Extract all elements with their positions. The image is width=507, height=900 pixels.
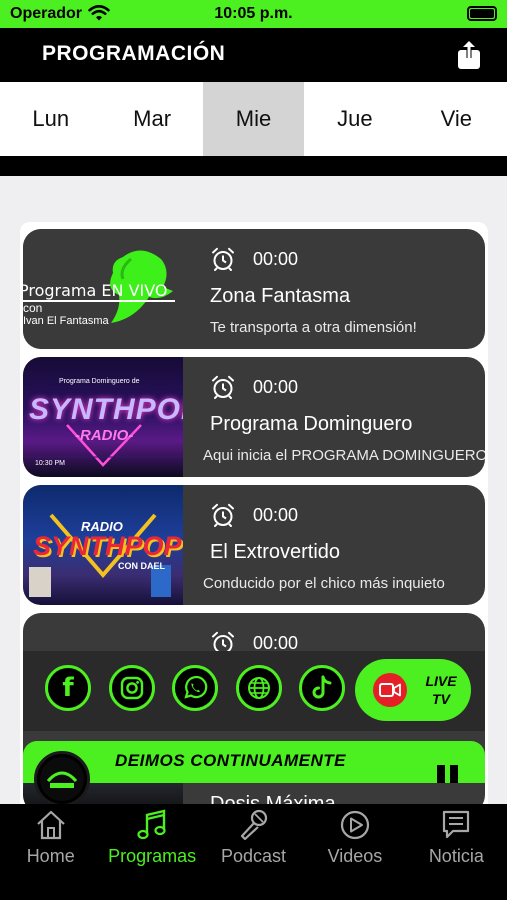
web-icon[interactable]: [236, 665, 282, 711]
tab-programas[interactable]: Programas: [101, 804, 202, 900]
program-card[interactable]: Programa EN VIVO con Ivan El Fantasma 00…: [23, 229, 485, 349]
day-tab-vie[interactable]: Vie: [406, 82, 507, 156]
status-bar: Operador 10:05 p.m.: [0, 0, 507, 28]
instagram-icon[interactable]: [109, 665, 155, 711]
program-thumbnail: Programa Dominguero de SYNTHPOP -RADIO- …: [23, 357, 183, 477]
day-tab-jue[interactable]: Jue: [304, 82, 405, 156]
station-logo: [34, 751, 90, 807]
thumb-subtitle: con: [23, 301, 43, 315]
alarm-clock-icon: [212, 503, 234, 527]
social-bar: f LIVE TV: [23, 651, 485, 731]
microphone-icon: [240, 809, 267, 841]
program-description: Te transporta a otra dimensión!: [210, 319, 417, 336]
program-name: Programa Dominguero: [210, 413, 413, 435]
now-playing-bar[interactable]: DEIMOS CONTINUAMENTE: [23, 741, 485, 783]
thumb-host: Ivan El Fantasma: [23, 315, 109, 327]
program-name: El Extrovertido: [210, 541, 341, 563]
video-camera-icon: [373, 673, 407, 707]
tiktok-icon[interactable]: [299, 665, 345, 711]
now-playing-title: DEIMOS CONTINUAMENTE: [115, 751, 346, 770]
program-time: 00:00: [253, 376, 299, 397]
program-card[interactable]: Programa Dominguero de SYNTHPOP -RADIO- …: [23, 357, 485, 477]
program-description: Conducido por el chico más inquieto: [203, 575, 445, 592]
program-name: Dosis Máxima: [210, 793, 336, 804]
program-thumbnail: RADIO SYNTHPOP CON DAEL: [23, 485, 183, 605]
alarm-clock-icon: [212, 375, 234, 399]
bottom-tab-bar: Home Programas Podcast Videos Noticia: [0, 804, 507, 900]
day-tab-mar[interactable]: Mar: [101, 82, 202, 156]
share-icon[interactable]: [455, 40, 483, 70]
whatsapp-icon[interactable]: [172, 665, 218, 711]
home-icon: [36, 810, 65, 840]
news-icon: [443, 810, 470, 839]
program-name: Zona Fantasma: [210, 285, 351, 307]
thumb-title: Programa EN VIVO: [23, 281, 168, 300]
program-card[interactable]: RADIO SYNTHPOP CON DAEL 00:00 El Extrove…: [23, 485, 485, 605]
live-tv-label: LIVE TV: [425, 673, 457, 707]
facebook-icon[interactable]: f: [45, 665, 91, 711]
battery-icon: [467, 6, 497, 21]
page-title: PROGRAMACIÓN: [42, 42, 226, 65]
live-tv-button[interactable]: LIVE TV: [355, 659, 471, 721]
tab-home[interactable]: Home: [0, 804, 101, 900]
clock-time: 10:05 p.m.: [214, 5, 293, 22]
program-time: 00:00: [253, 504, 299, 525]
app-header: PROGRAMACIÓN: [0, 28, 507, 82]
day-tab-lun[interactable]: Lun: [0, 82, 101, 156]
day-selector: Lun Mar Mie Jue Vie: [0, 82, 507, 164]
alarm-clock-icon: [212, 247, 234, 271]
program-time: 00:00: [253, 248, 299, 269]
pause-icon[interactable]: [437, 765, 459, 783]
program-description: Aqui inicia el PROGRAMA DOMINGUERO: [203, 447, 485, 464]
play-circle-icon: [340, 810, 370, 840]
music-note-icon: [137, 809, 166, 840]
day-tab-mie[interactable]: Mie: [202, 82, 305, 156]
tab-videos[interactable]: Videos: [304, 804, 405, 900]
tab-noticia[interactable]: Noticia: [406, 804, 507, 900]
tab-podcast[interactable]: Podcast: [203, 804, 304, 900]
program-thumbnail: Programa EN VIVO con Ivan El Fantasma: [23, 229, 183, 349]
